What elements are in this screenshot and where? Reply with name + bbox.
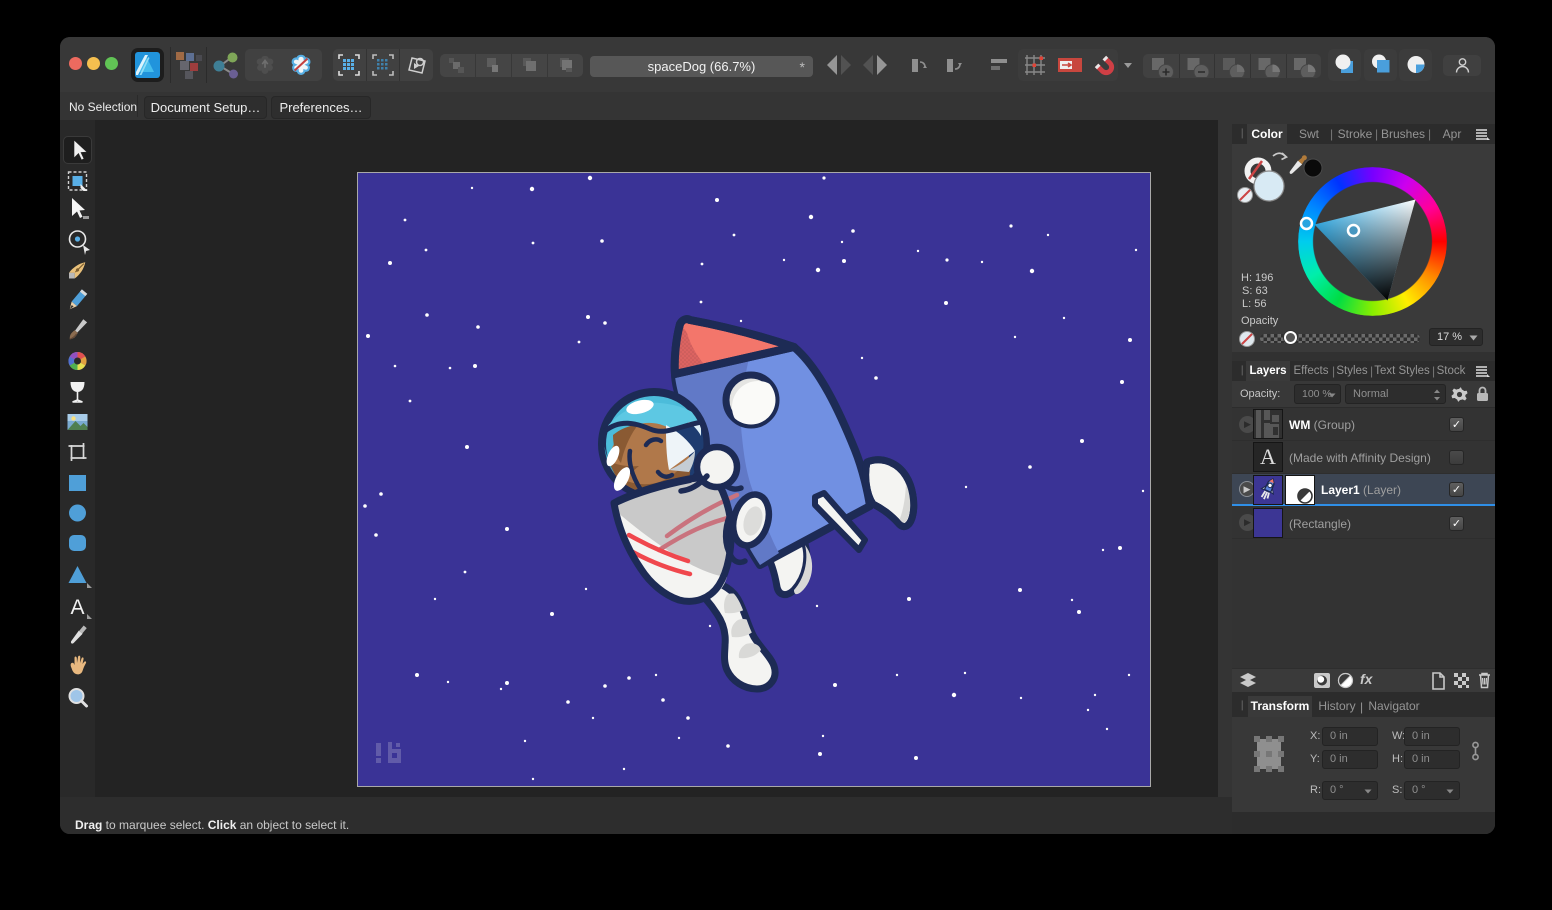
svg-text:A: A bbox=[70, 596, 84, 619]
